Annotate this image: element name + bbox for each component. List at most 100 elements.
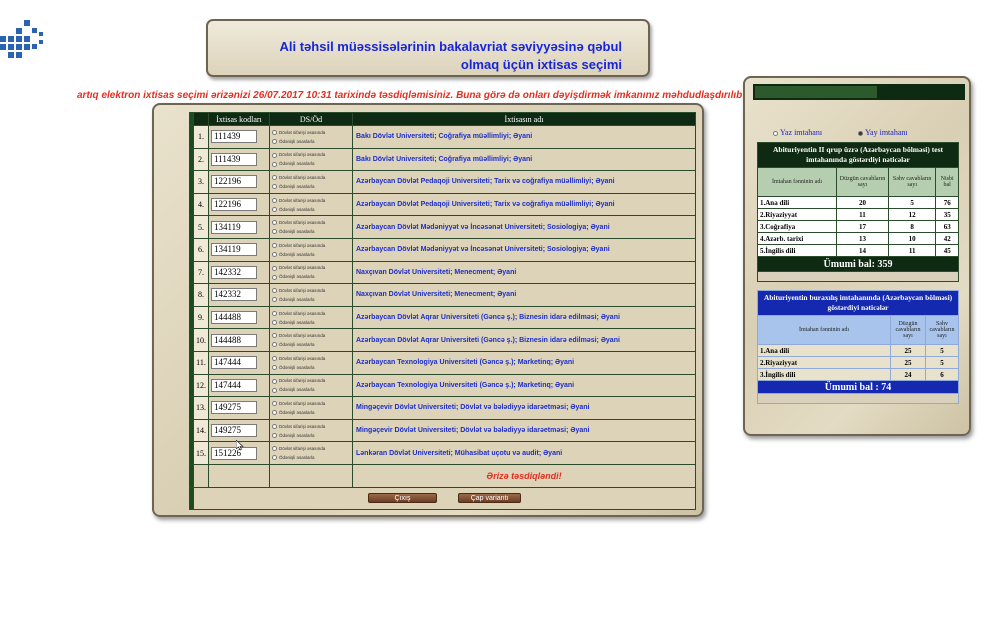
radio-state-funded[interactable]: Dövlət sifarişi əsasında — [272, 173, 352, 182]
specialty-code-input[interactable]: 111439 — [211, 152, 257, 166]
specialty-code-cell: 142332 — [209, 284, 269, 306]
radio-icon[interactable] — [272, 184, 277, 190]
radio-icon[interactable] — [272, 387, 277, 393]
page-title-line2: olmaq üçün ixtisas seçimi — [460, 57, 622, 72]
radio-paid[interactable]: Ödənişli əsaslarla — [272, 431, 352, 440]
radio-icon[interactable] — [272, 333, 277, 339]
row-number: 12. — [194, 374, 208, 397]
results-panel-header-highlight — [755, 86, 877, 98]
radio-icon[interactable] — [272, 274, 277, 280]
specialty-code-input[interactable]: 147444 — [211, 378, 257, 392]
relative-score: 42 — [936, 233, 958, 244]
radio-state-funded[interactable]: Dövlət sifarişi əsasında — [272, 376, 352, 385]
radio-icon[interactable] — [272, 423, 277, 429]
radio-paid[interactable]: Ödənişli əsaslarla — [272, 205, 352, 214]
specialty-code-cell: 134119 — [209, 238, 269, 261]
radio-icon[interactable] — [272, 229, 277, 235]
radio-icon[interactable] — [272, 206, 277, 212]
radio-state-funded[interactable]: Dövlət sifarişi əsasında — [272, 263, 352, 272]
radio-state-funded[interactable]: Dövlət sifarişi əsasında — [272, 399, 352, 408]
radio-icon[interactable] — [272, 175, 277, 181]
specialty-code-input[interactable]: 149275 — [211, 401, 257, 415]
radio-state-funded[interactable]: Dövlət sifarişi əsasında — [272, 422, 352, 431]
radio-summer-icon[interactable] — [858, 130, 864, 136]
radio-paid[interactable]: Ödənişli əsaslarla — [272, 385, 352, 394]
radio-state-funded[interactable]: Dövlət sifarişi əsasında — [272, 241, 352, 250]
radio-state-funded[interactable]: Dövlət sifarişi əsasında — [272, 196, 352, 205]
radio-icon[interactable] — [272, 197, 277, 203]
specialty-code-input[interactable]: 144488 — [211, 311, 257, 325]
mouse-cursor-icon — [236, 440, 244, 450]
radio-paid[interactable]: Ödənişli əsaslarla — [272, 182, 352, 191]
radio-paid[interactable]: Ödənişli əsaslarla — [272, 227, 352, 236]
radio-icon[interactable] — [272, 410, 277, 416]
radio-icon[interactable] — [272, 455, 277, 461]
radio-paid[interactable]: Ödənişli əsaslarla — [272, 318, 352, 327]
specialty-code-input[interactable]: 134119 — [211, 220, 257, 234]
radio-icon[interactable] — [272, 252, 277, 258]
radio-icon[interactable] — [272, 152, 277, 158]
radio-state-funded[interactable]: Dövlət sifarişi əsasında — [272, 354, 352, 363]
radio-paid[interactable]: Ödənişli əsaslarla — [272, 340, 352, 349]
specialty-code-cell: 147444 — [209, 351, 269, 374]
radio-icon[interactable] — [272, 220, 277, 226]
radio-state-funded[interactable]: Dövlət sifarişi əsasında — [272, 128, 352, 137]
radio-paid-label: Ödənişli əsaslarla — [279, 138, 315, 144]
radio-icon[interactable] — [272, 130, 277, 136]
radio-icon[interactable] — [272, 288, 277, 294]
radio-paid[interactable]: Ödənişli əsaslarla — [272, 250, 352, 259]
print-version-button[interactable]: Çap variantı — [457, 493, 522, 504]
radio-state-funded[interactable]: Dövlət sifarişi əsasında — [272, 444, 352, 453]
funding-type-cell: Dövlət sifarişi əsasında Ödənişli əsaslar… — [270, 419, 352, 442]
specialty-code-input[interactable]: 122196 — [211, 198, 257, 212]
radio-state-label: Dövlət sifarişi əsasında — [279, 310, 326, 316]
radio-state-funded[interactable]: Dövlət sifarişi əsasında — [272, 218, 352, 227]
radio-state-funded[interactable]: Dövlət sifarişi əsasında — [272, 286, 352, 295]
specialty-code-input[interactable]: 151226 — [211, 446, 257, 460]
test-results-caption: Abituriyentin II qrup üzrə (Azərbaycan b… — [758, 143, 958, 167]
funding-type-cell: Dövlət sifarişi əsasında Ödənişli əsaslar… — [270, 148, 352, 171]
radio-icon[interactable] — [272, 378, 277, 384]
radio-paid[interactable]: Ödənişli əsaslarla — [272, 159, 352, 168]
graduation-results-table: Abituriyentin buraxılış imtahanında (Azə… — [757, 290, 959, 404]
radio-icon[interactable] — [272, 365, 277, 371]
specialty-code-input[interactable]: 144488 — [211, 333, 257, 347]
radio-icon[interactable] — [272, 446, 277, 452]
radio-icon[interactable] — [272, 139, 277, 145]
radio-winter-exam[interactable]: Yaz imtahanı — [773, 128, 822, 137]
radio-state-funded[interactable]: Dövlət sifarişi əsasında — [272, 309, 352, 318]
radio-paid-label: Ödənişli əsaslarla — [279, 387, 315, 393]
radio-summer-exam[interactable]: Yay imtahanı — [858, 128, 908, 137]
radio-icon[interactable] — [272, 243, 277, 249]
radio-icon[interactable] — [272, 265, 277, 271]
radio-state-funded[interactable]: Dövlət sifarişi əsasında — [272, 331, 352, 340]
radio-paid[interactable]: Ödənişli əsaslarla — [272, 453, 352, 462]
radio-icon[interactable] — [272, 432, 277, 438]
specialty-code-input[interactable]: 111439 — [211, 130, 257, 144]
col-codes-header: İxtisas kodları — [209, 113, 269, 125]
specialty-code-input[interactable]: 142332 — [211, 265, 257, 279]
radio-icon[interactable] — [272, 401, 277, 407]
specialty-code-input[interactable]: 147444 — [211, 356, 257, 370]
radio-icon[interactable] — [272, 356, 277, 362]
radio-state-funded[interactable]: Dövlət sifarişi əsasında — [272, 150, 352, 159]
specialty-row: 7. 142332 Dövlət sifarişi əsasında Ödənişli… — [190, 261, 695, 284]
radio-icon[interactable] — [272, 319, 277, 325]
radio-winter-icon[interactable] — [773, 130, 778, 136]
radio-icon[interactable] — [272, 297, 277, 303]
specialty-code-input[interactable]: 142332 — [211, 288, 257, 302]
radio-paid[interactable]: Ödənişli əsaslarla — [272, 137, 352, 146]
radio-paid[interactable]: Ödənişli əsaslarla — [272, 272, 352, 281]
radio-icon[interactable] — [272, 342, 277, 348]
table-stripe — [190, 148, 193, 171]
specialty-code-input[interactable]: 149275 — [211, 424, 257, 438]
radio-paid-label: Ödənişli əsaslarla — [279, 409, 315, 415]
specialty-code-input[interactable]: 134119 — [211, 243, 257, 257]
radio-paid[interactable]: Ödənişli əsaslarla — [272, 295, 352, 304]
exit-button[interactable]: Çıxış — [367, 493, 438, 504]
radio-icon[interactable] — [272, 310, 277, 316]
radio-paid[interactable]: Ödənişli əsaslarla — [272, 363, 352, 372]
radio-icon[interactable] — [272, 161, 277, 167]
specialty-code-input[interactable]: 122196 — [211, 175, 257, 189]
radio-paid[interactable]: Ödənişli əsaslarla — [272, 408, 352, 417]
